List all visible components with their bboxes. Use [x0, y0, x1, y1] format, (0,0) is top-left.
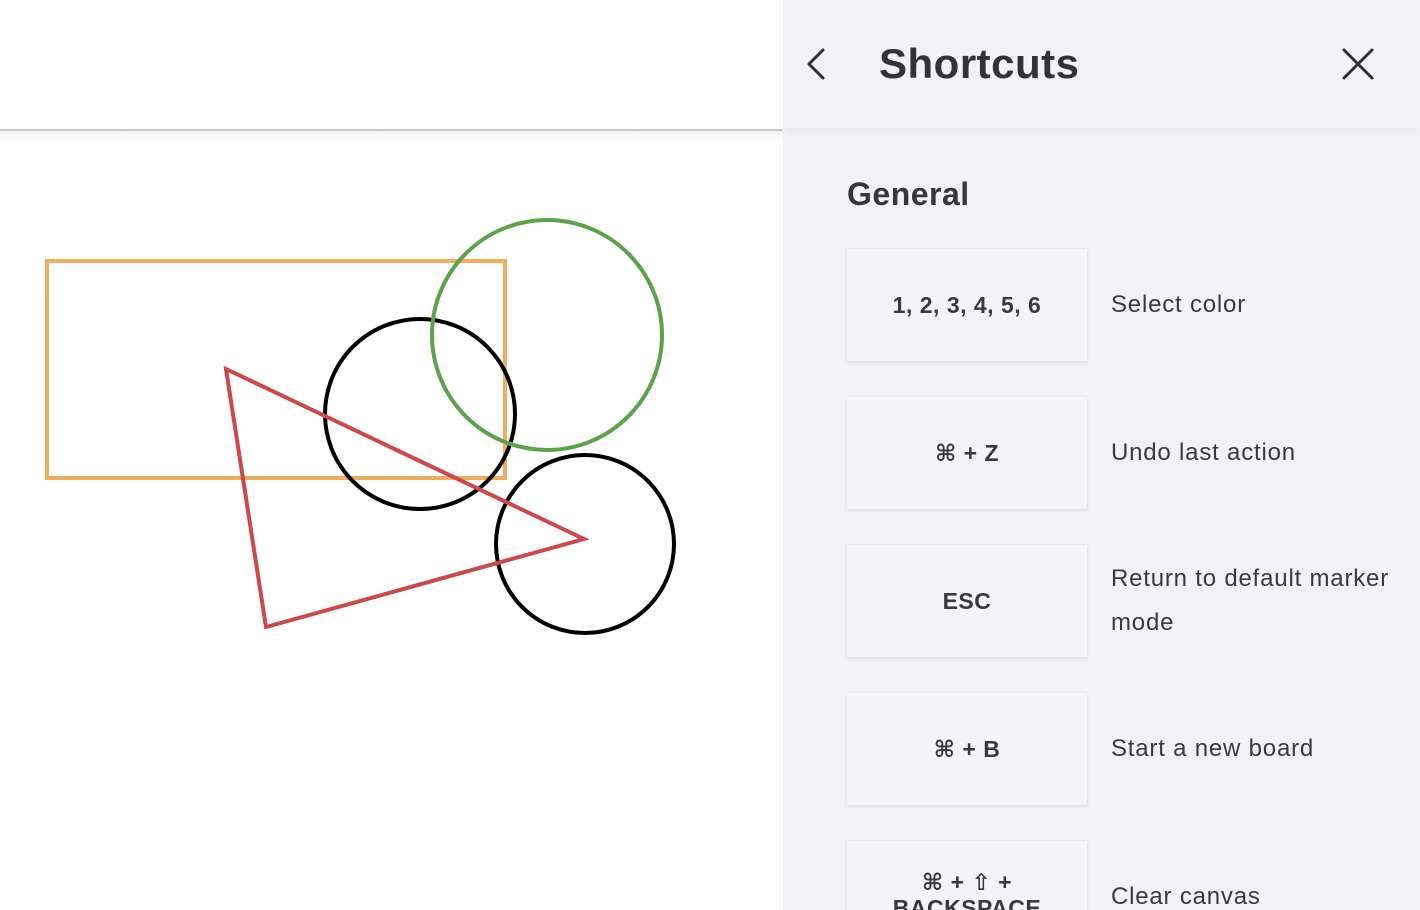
- shortcut-description: Start a new board: [1111, 735, 1315, 762]
- shortcut-row-escape: ESC Return to default marker mode: [847, 545, 1407, 657]
- black-circle-shape-lower[interactable]: [494, 453, 676, 635]
- shortcut-row-select-color: 1, 2, 3, 4, 5, 6 Select color: [847, 249, 1407, 361]
- drawing-canvas[interactable]: [0, 0, 783, 910]
- back-button[interactable]: [797, 40, 845, 88]
- panel-title: Shortcuts: [879, 40, 1080, 87]
- close-icon: [1342, 48, 1374, 80]
- shortcut-row-new-board: ⌘ + B Start a new board: [847, 693, 1407, 805]
- drawing-surface[interactable]: [0, 0, 783, 910]
- shortcut-keys: ESC: [847, 545, 1087, 657]
- shortcut-description: Return to default marker mode: [1111, 565, 1389, 636]
- shortcut-description: Undo last action: [1111, 439, 1296, 466]
- whiteboard-app: Shortcuts General 1, 2, 3, 4, 5, 6 Selec…: [0, 0, 1420, 910]
- red-triangle-shape[interactable]: [223, 365, 590, 630]
- shortcut-row-clear-canvas: ⌘ + ⇧ + BACKSPACE Clear canvas: [847, 841, 1407, 910]
- black-circle-shape-upper[interactable]: [323, 317, 517, 511]
- shortcut-row-undo: ⌘ + Z Undo last action: [847, 397, 1407, 509]
- shortcut-keys: ⌘ + Z: [847, 397, 1087, 509]
- section-heading-general: General: [847, 176, 970, 212]
- close-button[interactable]: [1334, 40, 1382, 88]
- panel-header: Shortcuts: [783, 0, 1420, 128]
- shortcut-description: Clear canvas: [1111, 883, 1261, 910]
- shortcut-keys: ⌘ + B: [847, 693, 1087, 805]
- green-circle-shape[interactable]: [430, 218, 664, 452]
- shortcuts-panel: Shortcuts General 1, 2, 3, 4, 5, 6 Selec…: [783, 0, 1420, 910]
- shortcut-keys: ⌘ + ⇧ + BACKSPACE: [847, 841, 1087, 910]
- shortcut-keys: 1, 2, 3, 4, 5, 6: [847, 249, 1087, 361]
- chevron-left-icon: [807, 48, 825, 80]
- shortcut-description: Select color: [1111, 291, 1246, 318]
